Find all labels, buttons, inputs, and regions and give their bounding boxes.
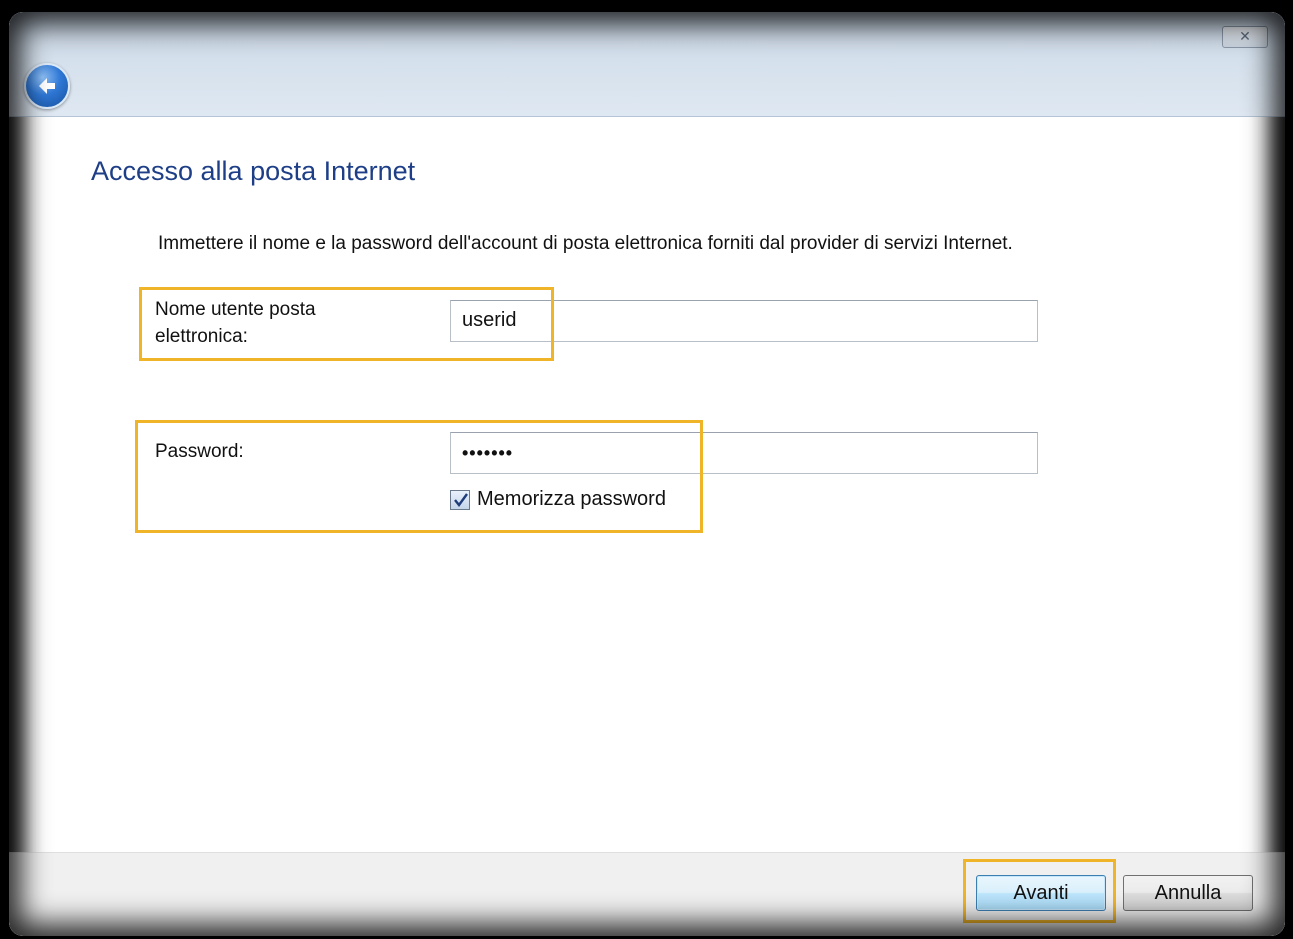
remember-password-label: Memorizza password [477,488,666,510]
wizard-window: ✕ Accesso alla posta Internet Immettere … [9,12,1285,936]
window-vignette [9,12,1285,936]
password-label: Password: [155,441,244,462]
password-value: ••••••• [462,443,514,463]
page-title: Accesso alla posta Internet [91,156,416,186]
username-value: userid [462,309,517,331]
cancel-button-label: Annulla [1154,881,1222,904]
instructions-text: Immettere il nome e la password dell'acc… [158,233,1013,254]
title-bar: ✕ [9,12,1285,117]
username-field[interactable]: userid [450,300,1038,342]
remember-password-checkbox[interactable] [450,489,470,510]
close-button[interactable]: ✕ [1222,26,1268,48]
back-arrow-icon [39,78,55,94]
username-label-line1: Nome utente posta [155,299,316,320]
username-label-line2: elettronica: [155,326,248,347]
next-button[interactable]: Avanti [976,875,1106,911]
next-button-label: Avanti [1013,881,1069,904]
checkmark-icon [454,492,468,507]
back-button[interactable] [24,63,70,109]
close-icon: ✕ [1239,29,1251,45]
password-field[interactable]: ••••••• [450,432,1038,474]
remember-password-option[interactable]: Memorizza password [450,488,666,511]
username-label: Nome utente posta elettronica: [155,296,316,350]
cancel-button[interactable]: Annulla [1123,875,1253,911]
